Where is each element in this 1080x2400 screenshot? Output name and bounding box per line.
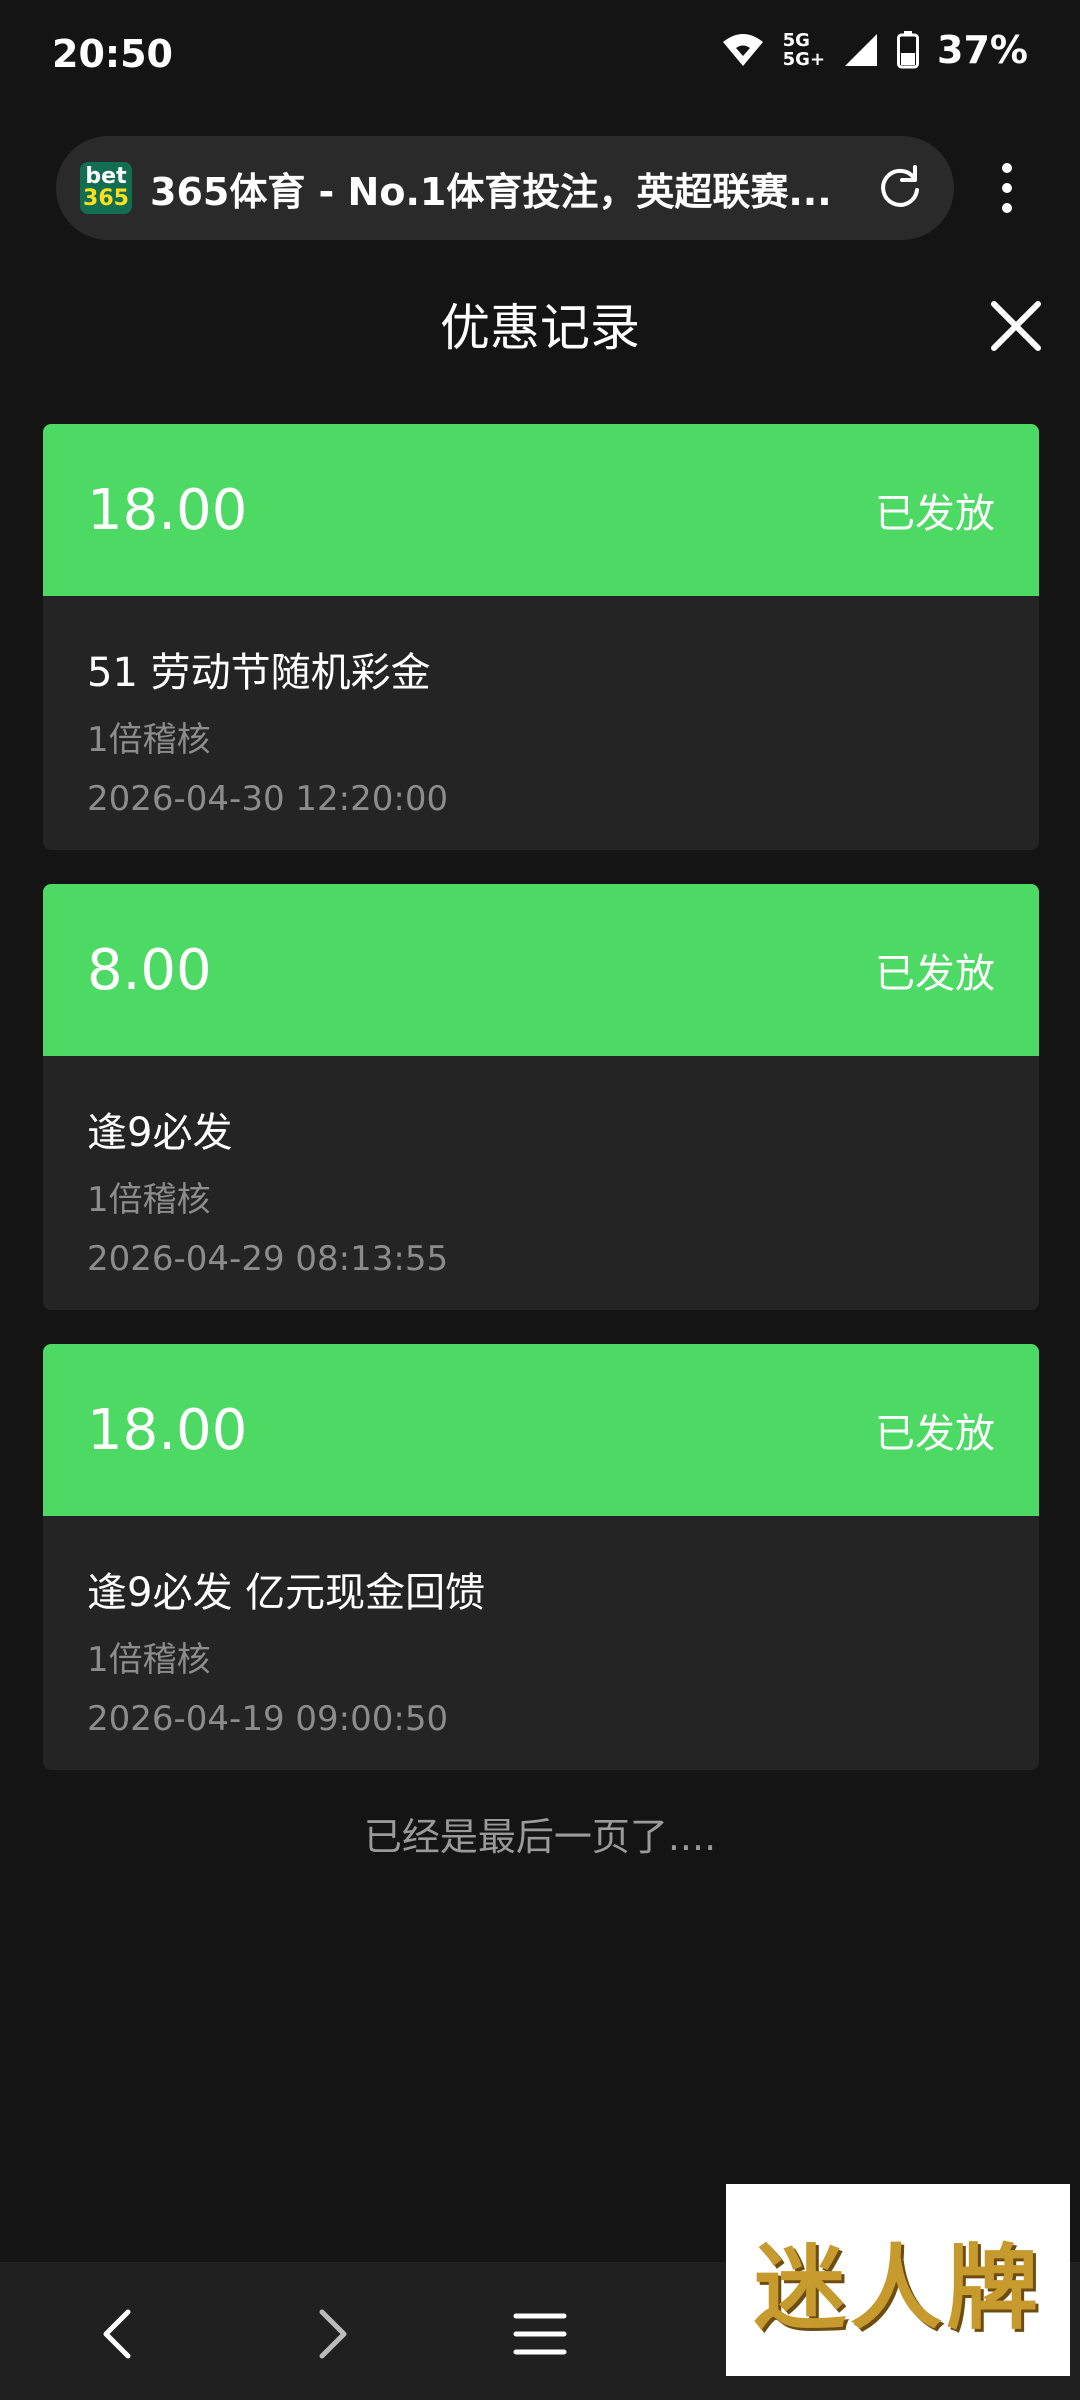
record-card-header: 18.00 已发放 <box>43 424 1039 596</box>
more-options-icon[interactable] <box>990 160 1024 216</box>
page-title-in-tab[interactable]: 365体育 - No.1体育投注，英超联赛... <box>150 161 850 216</box>
forward-icon[interactable] <box>300 2304 360 2364</box>
record-card-body: 51 劳动节随机彩金 1倍稽核 2026-04-30 12:20:00 <box>43 596 1039 819</box>
record-amount: 18.00 <box>87 477 248 543</box>
record-date: 2026-04-29 08:13:55 <box>87 1239 449 1279</box>
record-audit: 1倍稽核 <box>87 720 211 760</box>
record-amount: 8.00 <box>87 937 212 1003</box>
record-card-body: 逢9必发 1倍稽核 2026-04-29 08:13:55 <box>43 1056 1039 1279</box>
end-of-list-note: 已经是最后一页了.... <box>363 1815 717 1859</box>
battery-percent: 37% <box>937 28 1028 72</box>
record-card-header: 18.00 已发放 <box>43 1344 1039 1516</box>
record-status: 已发放 <box>875 1411 995 1457</box>
record-date: 2026-04-19 09:00:50 <box>87 1699 449 1739</box>
favicon-text-bottom: 365 <box>83 186 129 211</box>
wifi-icon <box>722 34 763 66</box>
record-card-header: 8.00 已发放 <box>43 884 1039 1056</box>
record-card: 18.00 已发放 逢9必发 亿元现金回馈 1倍稽核 2026-04-19 09… <box>43 1344 1039 1770</box>
back-icon[interactable] <box>90 2304 150 2364</box>
record-name: 逢9必发 <box>87 1110 233 1156</box>
record-status: 已发放 <box>875 491 995 537</box>
reload-icon[interactable] <box>874 162 926 214</box>
network-type-bottom: 5G+ <box>782 49 826 70</box>
network-type: 5G 5G+ <box>783 31 825 69</box>
clock: 20:50 <box>52 32 173 76</box>
record-date: 2026-04-30 12:20:00 <box>87 779 449 819</box>
record-audit: 1倍稽核 <box>87 1640 211 1680</box>
network-type-top: 5G <box>782 30 810 51</box>
watermark-text: 迷人牌 <box>753 2234 1042 2342</box>
favicon-text-top: bet <box>85 164 127 189</box>
menu-icon[interactable] <box>510 2304 570 2364</box>
record-name: 逢9必发 亿元现金回馈 <box>87 1570 486 1616</box>
record-amount: 18.00 <box>87 1397 248 1463</box>
record-name: 51 劳动节随机彩金 <box>87 650 431 696</box>
page-title: 优惠记录 <box>440 299 640 357</box>
record-status: 已发放 <box>875 951 995 997</box>
status-icons: 5G 5G+ 37% <box>721 28 1028 72</box>
record-card: 18.00 已发放 51 劳动节随机彩金 1倍稽核 2026-04-30 12:… <box>43 424 1039 850</box>
close-icon[interactable] <box>986 296 1046 356</box>
watermark-logo: 迷人牌 <box>726 2184 1070 2376</box>
status-bar: 20:50 5G 5G+ 37% <box>0 0 1080 116</box>
signal-icon <box>845 34 878 66</box>
record-audit: 1倍稽核 <box>87 1180 211 1220</box>
address-bar[interactable]: bet 365 365体育 - No.1体育投注，英超联赛... <box>56 136 954 240</box>
record-card-body: 逢9必发 亿元现金回馈 1倍稽核 2026-04-19 09:00:50 <box>43 1516 1039 1739</box>
record-card: 8.00 已发放 逢9必发 1倍稽核 2026-04-29 08:13:55 <box>43 884 1039 1310</box>
battery-icon <box>897 31 920 69</box>
site-favicon: bet 365 <box>80 162 132 214</box>
